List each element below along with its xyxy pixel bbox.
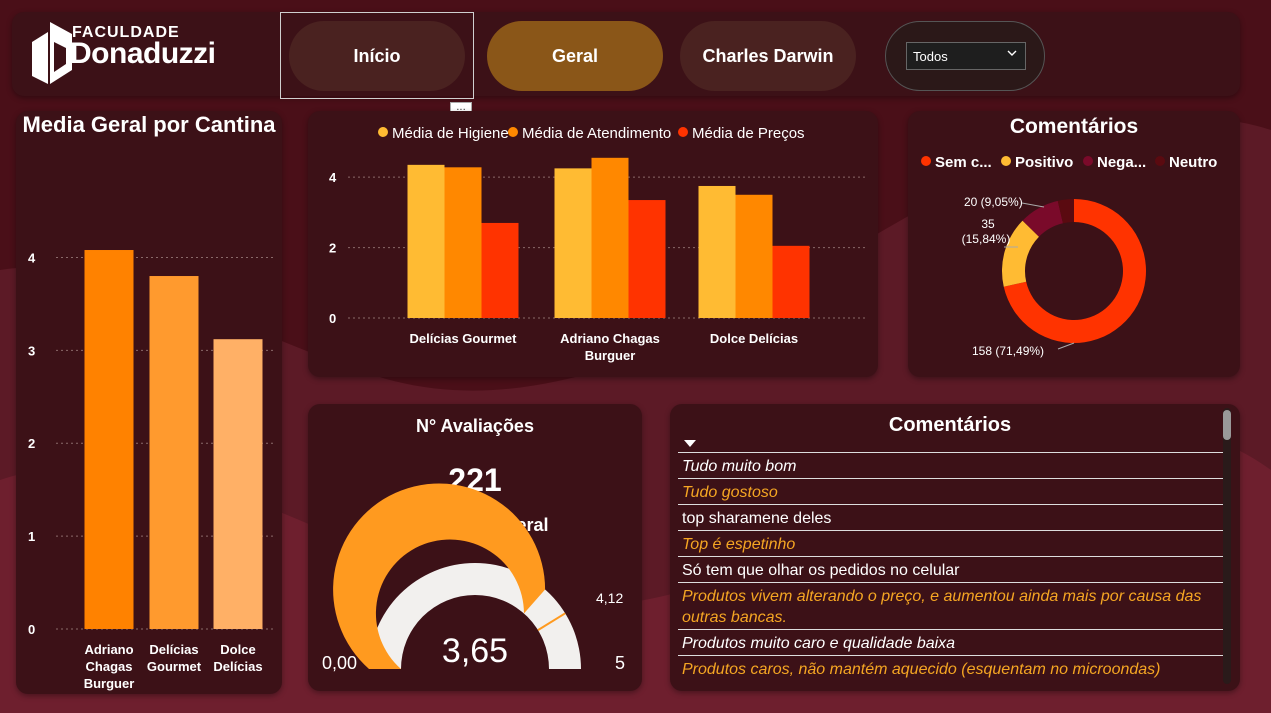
x-tick-label: Burguer xyxy=(84,676,135,691)
bar xyxy=(554,168,592,318)
legend-label: Sem c... xyxy=(935,154,992,171)
table-scrollbar[interactable] xyxy=(1223,408,1231,684)
x-tick-label: Delícias xyxy=(213,659,262,674)
legend-marker xyxy=(1083,156,1093,166)
legend-label: Positivo xyxy=(1015,154,1073,171)
bar xyxy=(407,164,445,318)
y-tick-label: 0 xyxy=(329,311,336,326)
bar xyxy=(149,276,199,629)
y-tick-label: 0 xyxy=(28,622,35,637)
table-row[interactable]: Tudo gostoso xyxy=(678,478,1223,504)
x-tick-label: Adriano xyxy=(84,642,133,657)
comentarios-donut-card: Comentários Sem c... Positivo Nega... Neutr… xyxy=(908,111,1240,377)
chevron-down-icon xyxy=(1007,50,1017,56)
media-nota-gauge: 4,12 3,65 0,00 5 xyxy=(322,483,625,673)
avaliacoes-card: N° Avaliações 221 Media Nota Geral 4,123… xyxy=(308,404,642,691)
legend-label: Média de Atendimento xyxy=(522,125,671,142)
legend-label: Nega... xyxy=(1097,154,1146,171)
x-tick-label: Delícias xyxy=(149,642,198,657)
y-tick-label: 2 xyxy=(329,241,336,256)
slicer-container: Todos xyxy=(885,21,1045,91)
table-row[interactable]: Tudo muito bom xyxy=(678,452,1223,478)
table-row[interactable]: Top é espetinho xyxy=(678,530,1223,556)
table-row[interactable]: Produtos caros, não mantém aquecido (esq… xyxy=(678,655,1223,680)
leader-line xyxy=(1057,342,1075,350)
slice-data-label: (15,84%) xyxy=(962,232,1011,246)
legend-marker xyxy=(1001,156,1011,166)
legend-marker xyxy=(378,127,388,137)
gauge-max-label: 5 xyxy=(615,653,625,673)
bar xyxy=(444,167,482,318)
bar xyxy=(481,222,519,318)
legend-marker xyxy=(921,156,931,166)
scrollbar-thumb[interactable] xyxy=(1223,410,1231,440)
table-row[interactable]: top sharamene deles xyxy=(678,504,1223,530)
donaduzzi-logo-icon xyxy=(32,22,72,84)
leader-line xyxy=(1021,202,1045,208)
medias-grouped-bar-chart: Média de Higiene Média de Atendimento Médi… xyxy=(329,125,868,363)
legend-marker xyxy=(508,127,518,137)
bar xyxy=(735,194,773,318)
slice-data-label: 20 (9,05%) xyxy=(964,195,1023,209)
slice-data-label: 158 (71,49%) xyxy=(972,344,1044,358)
gauge-min-label: 0,00 xyxy=(322,653,357,673)
table-row[interactable]: Produtos muito caro e qualidade baixa xyxy=(678,629,1223,655)
bar xyxy=(772,245,810,318)
gauge-value-label: 3,65 xyxy=(442,632,508,670)
x-tick-label: Dolce Delícias xyxy=(710,331,798,346)
x-tick-label: Burguer xyxy=(585,348,636,363)
selection-outline xyxy=(280,12,474,99)
legend-label: Média de Higiene xyxy=(392,125,509,142)
medias-card: Média de Higiene Média de Atendimento Médi… xyxy=(308,111,878,377)
nav-button-charles-darwin[interactable]: Charles Darwin xyxy=(680,21,856,91)
y-tick-label: 4 xyxy=(329,170,337,185)
gauge-target-label: 4,12 xyxy=(596,590,623,606)
legend-marker xyxy=(1155,156,1165,166)
y-tick-label: 2 xyxy=(28,436,35,451)
media-geral-card: Media Geral por Cantina 0 1 2 3 4 Adriano Chag… xyxy=(16,111,282,694)
slice-data-label: 35 xyxy=(981,217,995,231)
y-tick-label: 4 xyxy=(28,250,36,265)
slicer-value: Todos xyxy=(913,49,948,64)
y-tick-label: 3 xyxy=(28,343,35,358)
x-tick-label: Delícias Gourmet xyxy=(410,331,518,346)
x-tick-label: Adriano Chagas xyxy=(560,331,660,346)
comentarios-column-header[interactable]: Comentários xyxy=(670,414,1230,437)
bar xyxy=(84,250,134,629)
bar xyxy=(628,200,666,318)
x-tick-label: Chagas xyxy=(86,659,133,674)
sort-desc-icon[interactable] xyxy=(684,440,696,447)
bar xyxy=(591,157,629,318)
table-row[interactable]: Produtos vivem alterando o preço, e aume… xyxy=(678,582,1223,629)
logo-text-big: Donaduzzi xyxy=(70,37,216,70)
comentarios-table-card: Comentários Tudo muito bom Tudo gostoso to… xyxy=(670,404,1240,691)
comentarios-rows: Tudo muito bom Tudo gostoso top sharamene … xyxy=(678,452,1223,680)
x-tick-label: Dolce xyxy=(220,642,255,657)
legend-label: Média de Preços xyxy=(692,125,805,142)
bar xyxy=(698,185,736,318)
x-tick-label: Gourmet xyxy=(147,659,202,674)
legend-marker xyxy=(678,127,688,137)
table-row[interactable]: Só tem que olhar os pedidos no celular xyxy=(678,556,1223,582)
bar xyxy=(213,339,263,629)
media-geral-bar-chart: 0 1 2 3 4 Adriano Chagas Burguer Delícias Gourmet… xyxy=(28,250,274,691)
y-tick-label: 1 xyxy=(28,529,35,544)
cantina-slicer-dropdown[interactable]: Todos xyxy=(906,42,1026,70)
nav-button-geral[interactable]: Geral xyxy=(487,21,663,91)
legend-label: Neutro xyxy=(1169,154,1217,171)
comentarios-donut-chart: Sem c... Positivo Nega... Neutro 158 (71,49%… xyxy=(921,154,1217,358)
